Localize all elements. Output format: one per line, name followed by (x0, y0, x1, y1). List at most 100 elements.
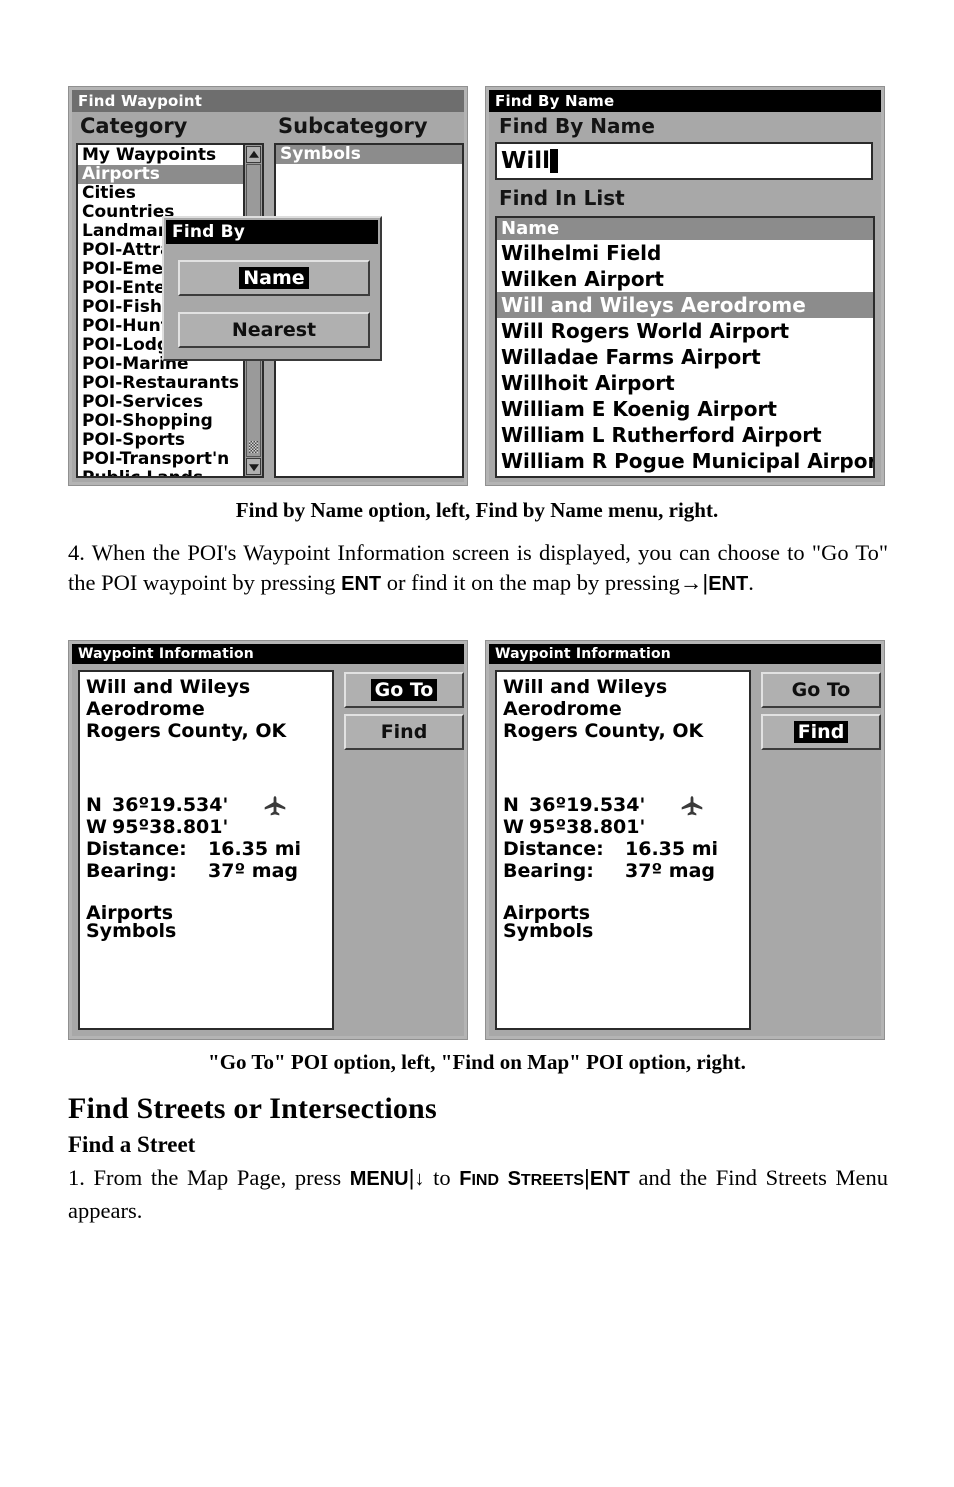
find-by-name-label: Name (239, 267, 309, 289)
sc-find-cap: F (459, 1168, 472, 1190)
go-to-button-label: Go To (370, 679, 438, 701)
list-item[interactable]: Airports (78, 165, 262, 184)
sc-find-rest: IND (471, 1172, 499, 1189)
find-button-label: Find (380, 721, 428, 743)
sc-streets-cap: S (507, 1168, 521, 1190)
list-column-header: Name (497, 218, 873, 240)
latitude-value: 36º19.534' (112, 794, 229, 816)
bearing-value: 37º mag (208, 860, 298, 882)
waypoint-subcategory: Symbols (86, 920, 177, 942)
list-item[interactable]: Wilhelmi Field (497, 240, 873, 266)
list-item[interactable]: Symbols (276, 145, 462, 164)
go-to-button-label: Go To (791, 679, 851, 701)
subsection-heading-find-a-street: Find a Street (68, 1132, 196, 1157)
find-by-name-screenshot: Find By Name Find By Name Will Find In L… (485, 86, 885, 486)
find-by-name-titlebar: Find By Name (489, 90, 881, 112)
waypoint-name-line1: Will and Wileys (86, 676, 251, 698)
bearing-label: Bearing: (86, 860, 177, 882)
waypoint-details-panel: Will and Wileys Aerodrome Rogers County,… (495, 670, 751, 1030)
find-waypoint-screen: Find Waypoint Category Subcategory My Wa… (72, 90, 464, 482)
find-button-label: Find (793, 721, 849, 743)
go-to-button[interactable]: Go To (761, 672, 881, 708)
list-item[interactable]: POI-Sports (78, 431, 262, 450)
list-item[interactable]: Willadae Farms Airport (497, 344, 873, 370)
list-item[interactable]: Wilken Airport (497, 266, 873, 292)
waypoint-information-titlebar: Waypoint Information (72, 644, 464, 664)
step1-text-b: to (424, 1165, 460, 1190)
list-item[interactable]: POI-Transport'n (78, 450, 262, 469)
step-number: 1. (68, 1165, 85, 1190)
waypoint-name-line1: Will and Wileys (503, 676, 668, 698)
airplane-icon (681, 796, 703, 816)
list-item[interactable]: Will and Wileys Aerodrome (497, 292, 873, 318)
list-item[interactable]: Cities (78, 184, 262, 203)
list-item[interactable]: Public Lands (78, 469, 262, 476)
longitude-value: 95º38.801' (529, 816, 646, 838)
find-waypoint-titlebar: Find Waypoint (72, 90, 464, 112)
list-item[interactable]: POI-Shopping (78, 412, 262, 431)
waypoint-information-titlebar: Waypoint Information (489, 644, 881, 664)
text-cursor (550, 149, 559, 173)
list-item[interactable]: William R Pogue Municipal Airport (497, 448, 873, 474)
body-paragraph-step1: 1. From the Map Page, press MENU|↓ to FI… (68, 1163, 888, 1226)
latitude-prefix: N (86, 794, 102, 816)
find-by-name-input-value: Will (501, 148, 551, 174)
waypoint-information-goto-screen: Waypoint Information Will and Wileys Aer… (72, 644, 464, 1036)
find-by-nearest-button[interactable]: Nearest (178, 312, 370, 348)
list-item[interactable]: POI-Restaurants (78, 374, 262, 393)
find-by-name-input[interactable]: Will (495, 142, 873, 180)
waypoint-location: Rogers County, OK (86, 720, 287, 742)
latitude-value: 36º19.534' (529, 794, 646, 816)
find-by-name-screen: Find By Name Find By Name Will Find In L… (489, 90, 881, 482)
latitude-prefix: N (503, 794, 519, 816)
smallcaps-find-streets: FIND STREETS (459, 1168, 584, 1190)
distance-value: 16.35 mi (625, 838, 719, 860)
waypoint-details-panel: Will and Wileys Aerodrome Rogers County,… (78, 670, 334, 1030)
key-menu: MENU (349, 1168, 409, 1190)
list-item[interactable]: My Waypoints (78, 146, 262, 165)
find-button[interactable]: Find (344, 714, 464, 750)
key-ent-2: ENT (708, 573, 749, 595)
list-item[interactable]: William E Koenig Airport (497, 396, 873, 422)
step4-text-b: or find it on the map by pressing (381, 570, 680, 595)
figure2-caption: "Go To" POI option, left, "Find on Map" … (208, 1050, 746, 1074)
step-number: 4. (68, 540, 85, 565)
waypoint-subcategory: Symbols (503, 920, 594, 942)
waypoint-location: Rogers County, OK (503, 720, 704, 742)
step1-text-a: From the Map Page, press (93, 1165, 350, 1190)
key-ent: ENT (589, 1168, 630, 1190)
distance-label: Distance: (503, 838, 604, 860)
key-ent-1: ENT (341, 573, 382, 595)
body-paragraph-step4: 4. When the POI's Waypoint Information s… (68, 538, 888, 599)
find-by-dialog: Find By Name Nearest (162, 216, 382, 361)
find-in-list-label: Find In List (499, 186, 625, 210)
find-by-titlebar: Find By (166, 220, 378, 244)
find-button[interactable]: Find (761, 714, 881, 750)
find-by-name-field-label: Find By Name (499, 114, 655, 138)
list-item[interactable]: Willhoit Airport (497, 370, 873, 396)
waypoint-information-find-screen: Waypoint Information Will and Wileys Aer… (489, 644, 881, 1036)
step4-period: . (748, 570, 754, 595)
sc-streets-rest: TREETS (520, 1172, 585, 1189)
arrow-right-icon: → (679, 570, 703, 595)
section-heading-find-streets: Find Streets or Intersections (68, 1092, 437, 1125)
list-item[interactable]: POI-Services (78, 393, 262, 412)
waypoint-information-find-screenshot: Waypoint Information Will and Wileys Aer… (485, 640, 885, 1040)
scroll-down-arrow-icon[interactable] (246, 458, 261, 475)
scroll-up-arrow-icon[interactable] (246, 146, 261, 163)
list-item[interactable]: Will Rogers World Airport (497, 318, 873, 344)
go-to-button[interactable]: Go To (344, 672, 464, 708)
find-by-name-button[interactable]: Name (178, 260, 370, 296)
find-by-nearest-label: Nearest (231, 319, 317, 341)
list-item[interactable]: William L Rutherford Airport (497, 422, 873, 448)
category-header: Category (80, 114, 188, 138)
figure1-caption: Find by Name option, left, Find by Name … (235, 498, 719, 522)
distance-value: 16.35 mi (208, 838, 302, 860)
find-in-list-listbox[interactable]: Name Wilhelmi Field Wilken Airport Will … (495, 216, 875, 478)
airplane-icon (264, 796, 286, 816)
longitude-value: 95º38.801' (112, 816, 229, 838)
longitude-prefix: W (503, 816, 524, 838)
waypoint-information-goto-screenshot: Waypoint Information Will and Wileys Aer… (68, 640, 468, 1040)
find-waypoint-screenshot: Find Waypoint Category Subcategory My Wa… (68, 86, 468, 486)
bearing-value: 37º mag (625, 860, 715, 882)
